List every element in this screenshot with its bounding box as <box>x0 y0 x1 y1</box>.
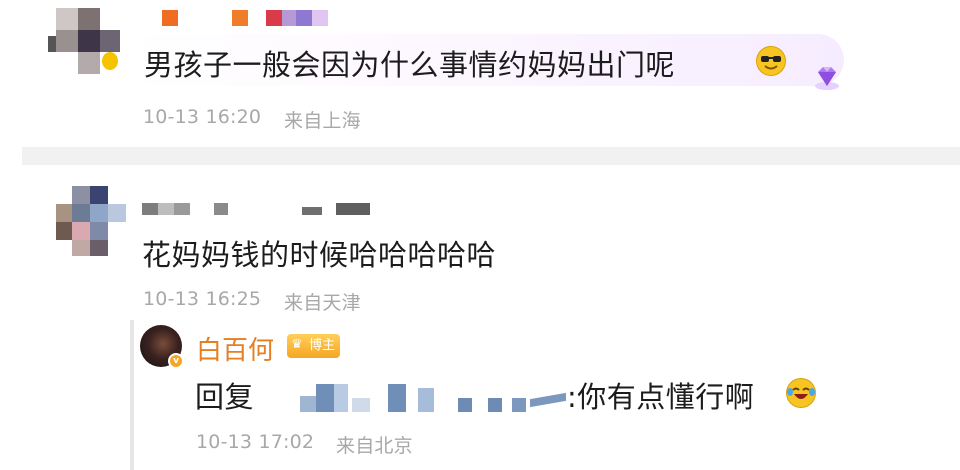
verified-v-icon: v <box>168 353 184 369</box>
avatar-1-blurred[interactable] <box>48 8 126 82</box>
reply-thread-line <box>130 320 134 470</box>
reply-prefix: 回复 <box>195 380 255 414</box>
comment-2-time: 10-13 16:25 <box>143 288 262 310</box>
username-1-blurred[interactable] <box>158 10 338 28</box>
username-2-blurred[interactable] <box>142 203 382 217</box>
reply-target-username-blurred[interactable] <box>300 382 568 412</box>
section-divider <box>22 147 960 165</box>
reply-author-name[interactable]: 白百何 <box>196 330 274 367</box>
avatar-2-blurred[interactable] <box>56 186 126 258</box>
comment-2-text: 花妈妈钱的时候哈哈哈哈哈 <box>142 238 497 272</box>
reply-location: 来自北京 <box>336 435 413 457</box>
smiling-face-with-sunglasses-emoji <box>756 46 786 76</box>
comment-2-location: 来自天津 <box>284 292 361 314</box>
blogger-badge: ♛ 博主 <box>287 334 341 358</box>
laughing-crying-emoji <box>786 378 816 408</box>
diamond-gem-icon <box>812 62 842 92</box>
comment-1-text: 男孩子一般会因为什么事情约妈妈出门呢 <box>144 48 676 82</box>
comment-1-time: 10-13 16:20 <box>143 106 262 128</box>
crown-icon: ♛ <box>291 337 303 352</box>
reply-text: :你有点懂行啊 <box>567 380 755 414</box>
reply-time: 10-13 17:02 <box>196 431 315 453</box>
blogger-badge-label: 博主 <box>309 338 336 353</box>
comment-1-location: 来自上海 <box>284 110 361 132</box>
